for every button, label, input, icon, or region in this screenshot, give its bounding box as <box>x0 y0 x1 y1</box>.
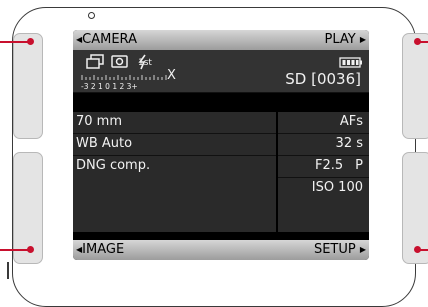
play-button[interactable] <box>402 33 428 139</box>
info-panel-left: 70 mm WB Auto DNG comp. <box>73 112 276 232</box>
exposure-settings: F2.5 P <box>315 156 363 176</box>
leader-dot <box>414 246 421 253</box>
leader-dot <box>27 38 34 45</box>
continuous-drive-icon <box>86 54 104 69</box>
leader-line <box>0 249 30 251</box>
image-softkey[interactable]: ◀IMAGE <box>76 240 124 260</box>
leader-line <box>0 41 30 43</box>
flash-mode-label: 1st <box>138 58 152 68</box>
focus-mode: AFs <box>339 114 363 129</box>
white-balance: WB Auto <box>76 136 133 151</box>
exposure-mode: P <box>355 158 363 173</box>
body-edge <box>7 262 9 279</box>
exposure-scale-suffix: X <box>167 68 176 83</box>
play-softkey[interactable]: PLAY ▶ <box>324 30 366 50</box>
focal-length: 70 mm <box>76 114 123 129</box>
bottom-softkey-bar: ◀IMAGE SETUP ▶ <box>73 240 369 260</box>
lcd-screen: ◀CAMERA PLAY ▶ 1st -3 2 1 0 1 2 3+ X SD … <box>73 30 369 260</box>
status-area: 1st -3 2 1 0 1 2 3+ X SD [0036] <box>73 50 369 93</box>
camera-menu-button[interactable] <box>13 33 43 139</box>
camera-softkey[interactable]: ◀CAMERA <box>76 30 137 50</box>
battery-icon <box>339 57 362 68</box>
setup-softkey[interactable]: SETUP ▶ <box>314 240 366 260</box>
image-label: IMAGE <box>82 242 125 257</box>
shutter-speed: 32 s <box>335 136 363 151</box>
file-format: DNG comp. <box>76 158 151 173</box>
camera-label: CAMERA <box>82 32 137 47</box>
play-label: PLAY <box>324 32 356 47</box>
arrow-right-icon: ▶ <box>359 245 366 254</box>
top-softkey-bar: ◀CAMERA PLAY ▶ <box>73 30 369 50</box>
iso-value: ISO 100 <box>311 180 363 195</box>
arrow-right-icon: ▶ <box>359 35 366 44</box>
exposure-scale: -3 2 1 0 1 2 3+ <box>81 75 167 91</box>
aperture-value: F2.5 <box>315 158 344 173</box>
status-led-icon <box>88 12 95 19</box>
setup-label: SETUP <box>313 242 356 257</box>
leader-dot <box>414 38 421 45</box>
exposure-scale-labels: -3 2 1 0 1 2 3+ <box>81 82 138 91</box>
leader-dot <box>27 246 34 253</box>
storage-indicator: SD [0036] <box>285 70 361 88</box>
info-panel-right: AFs 32 s F2.5 P ISO 100 <box>278 112 369 232</box>
metering-icon <box>111 55 128 68</box>
